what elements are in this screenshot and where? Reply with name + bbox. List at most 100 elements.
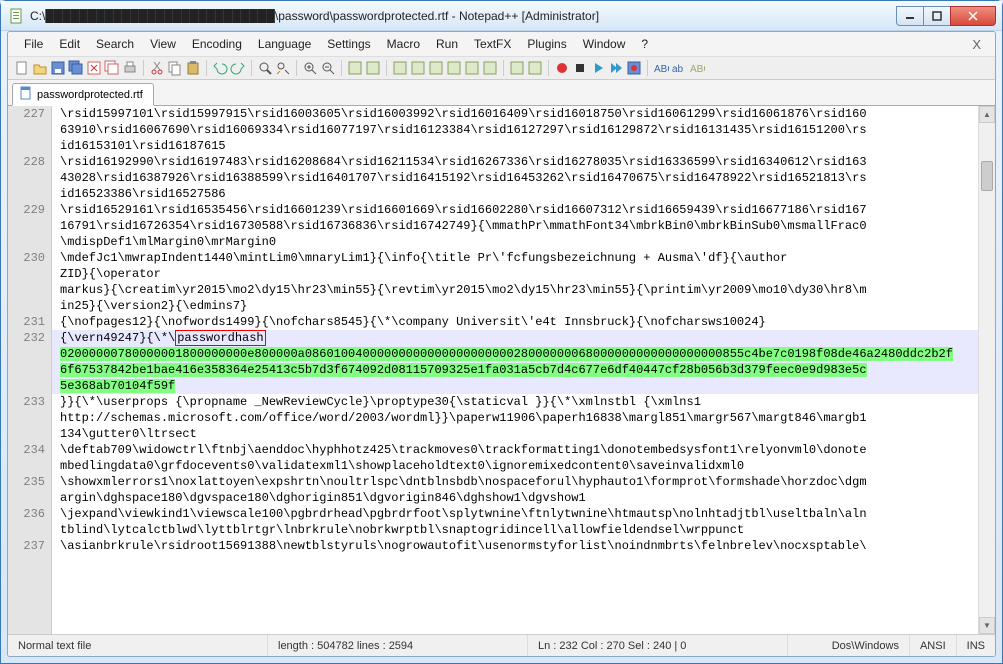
menu-language[interactable]: Language — [250, 34, 319, 54]
menu-help[interactable]: ? — [633, 34, 656, 54]
toolbar-separator — [647, 60, 648, 76]
code-line[interactable]: id16523386\rsid16527586 — [52, 186, 978, 202]
menu-plugins[interactable]: Plugins — [519, 34, 574, 54]
code-line[interactable]: {\vern49247}{\*\passwordhash — [52, 330, 978, 346]
code-line[interactable]: \rsid16529161\rsid16535456\rsid16601239\… — [52, 202, 978, 218]
redo-icon[interactable] — [230, 60, 246, 76]
spell-next-icon[interactable]: ab — [671, 60, 687, 76]
zoom-out-icon[interactable] — [320, 60, 336, 76]
code-line[interactable]: 134\gutter0\ltrsect — [52, 426, 978, 442]
spell-check-icon[interactable]: ABC — [653, 60, 669, 76]
indent-guide-icon[interactable] — [428, 60, 444, 76]
folder-icon[interactable] — [509, 60, 525, 76]
code-line[interactable]: }}{\*\userprops {\propname _NewReviewCyc… — [52, 394, 978, 410]
close-all-icon[interactable] — [104, 60, 120, 76]
code-line[interactable]: id16153101\rsid16187615 — [52, 138, 978, 154]
sync-h-icon[interactable] — [365, 60, 381, 76]
code-line[interactable]: 02000000780000001800000000e800000a086010… — [52, 346, 978, 362]
code-line[interactable]: 16791\rsid16726354\rsid16730588\rsid1673… — [52, 218, 978, 234]
menu-close-x[interactable]: X — [966, 37, 987, 52]
editor[interactable]: 227228229230231232233234235236237 \rsid1… — [8, 106, 995, 634]
code-line[interactable]: \mdispDef1\mlMargin0\mrMargin0 — [52, 234, 978, 250]
code-line[interactable]: \asianbrkrule\rsidroot15691388\newtblsty… — [52, 538, 978, 554]
show-all-icon[interactable] — [410, 60, 426, 76]
code-line[interactable]: http://schemas.microsoft.com/office/word… — [52, 410, 978, 426]
scroll-up-icon[interactable]: ▲ — [979, 106, 995, 123]
func-list-icon[interactable] — [482, 60, 498, 76]
code-line[interactable]: ZID}{\operator — [52, 266, 978, 282]
new-file-icon[interactable] — [14, 60, 30, 76]
tab-label: passwordprotected.rtf — [37, 89, 143, 101]
save-macro-icon[interactable] — [626, 60, 642, 76]
status-position: Ln : 232 Col : 270 Sel : 240 | 0 — [528, 635, 788, 656]
open-file-icon[interactable] — [32, 60, 48, 76]
menu-edit[interactable]: Edit — [51, 34, 88, 54]
zoom-in-icon[interactable] — [302, 60, 318, 76]
stop-macro-icon[interactable] — [572, 60, 588, 76]
save-all-icon[interactable] — [68, 60, 84, 76]
spell-prev-icon[interactable]: ABC — [689, 60, 705, 76]
code-line[interactable]: \mdefJc1\mwrapIndent1440\mintLim0\mnaryL… — [52, 250, 978, 266]
undo-icon[interactable] — [212, 60, 228, 76]
code-line[interactable]: in25}{\version2}{\edmins7} — [52, 298, 978, 314]
code-line[interactable]: 63910\rsid16067690\rsid16069334\rsid1607… — [52, 122, 978, 138]
line-number — [8, 490, 51, 506]
code-line[interactable]: 5e368ab70104f59f — [52, 378, 978, 394]
menu-macro[interactable]: Macro — [379, 34, 428, 54]
toolbar-separator — [548, 60, 549, 76]
vertical-scrollbar[interactable]: ▲ ▼ — [978, 106, 995, 634]
line-number — [8, 282, 51, 298]
paste-icon[interactable] — [185, 60, 201, 76]
scroll-thumb[interactable] — [981, 161, 993, 191]
code-line[interactable]: {\nofpages12}{\nofwords1499}{\nofchars85… — [52, 314, 978, 330]
maximize-button[interactable] — [923, 6, 951, 26]
code-line[interactable]: \showxmlerrors1\noxlattoyen\expshrtn\nou… — [52, 474, 978, 490]
replace-icon[interactable] — [275, 60, 291, 76]
scroll-down-icon[interactable]: ▼ — [979, 617, 995, 634]
find-icon[interactable] — [257, 60, 273, 76]
code-line[interactable]: mbedlingdata0\grfdocevents0\validatexml1… — [52, 458, 978, 474]
close-icon[interactable] — [86, 60, 102, 76]
menu-encoding[interactable]: Encoding — [184, 34, 250, 54]
save-icon[interactable] — [50, 60, 66, 76]
menu-view[interactable]: View — [142, 34, 184, 54]
menu-search[interactable]: Search — [88, 34, 142, 54]
code-line[interactable]: argin\dghspace180\dgvspace180\dghorigin8… — [52, 490, 978, 506]
menu-run[interactable]: Run — [428, 34, 466, 54]
code-line[interactable]: markus}{\creatim\yr2015\mo2\dy15\hr23\mi… — [52, 282, 978, 298]
menu-textfx[interactable]: TextFX — [466, 34, 519, 54]
code-line[interactable]: 6f67537842be1bae416e358364e25413c5b7d3f6… — [52, 362, 978, 378]
minimize-button[interactable] — [896, 6, 924, 26]
play-multi-icon[interactable] — [608, 60, 624, 76]
tab-bar: passwordprotected.rtf — [8, 80, 995, 106]
menu-window[interactable]: Window — [575, 34, 634, 54]
user-lang-icon[interactable] — [446, 60, 462, 76]
file-icon — [19, 86, 33, 103]
sync-v-icon[interactable] — [347, 60, 363, 76]
menu-file[interactable]: File — [16, 34, 51, 54]
code-line[interactable]: \rsid15997101\rsid15997915\rsid16003605\… — [52, 106, 978, 122]
svg-text:ABC: ABC — [654, 64, 669, 75]
play-macro-icon[interactable] — [590, 60, 606, 76]
code-line[interactable]: \deftab709\widowctrl\ftnbj\aenddoc\hyphh… — [52, 442, 978, 458]
record-macro-icon[interactable] — [554, 60, 570, 76]
code-line[interactable]: 43028\rsid16387926\rsid16388599\rsid1640… — [52, 170, 978, 186]
menu-settings[interactable]: Settings — [319, 34, 378, 54]
line-number — [8, 138, 51, 154]
code-line[interactable]: \rsid16192990\rsid16197483\rsid16208684\… — [52, 154, 978, 170]
code-line[interactable]: tblind\lytcalctblwd\lyttblrtgr\lnbrkrule… — [52, 522, 978, 538]
monitor-icon[interactable] — [527, 60, 543, 76]
line-number — [8, 186, 51, 202]
cut-icon[interactable] — [149, 60, 165, 76]
code-line[interactable]: \jexpand\viewkind1\viewscale100\pgbrdrhe… — [52, 506, 978, 522]
editor-body[interactable]: \rsid15997101\rsid15997915\rsid16003605\… — [52, 106, 978, 634]
line-number — [8, 426, 51, 442]
close-button[interactable] — [950, 6, 996, 26]
word-wrap-icon[interactable] — [392, 60, 408, 76]
line-number: 230 — [8, 250, 51, 266]
copy-icon[interactable] — [167, 60, 183, 76]
doc-map-icon[interactable] — [464, 60, 480, 76]
tab-passwordprotected[interactable]: passwordprotected.rtf — [12, 83, 154, 106]
print-icon[interactable] — [122, 60, 138, 76]
line-number — [8, 522, 51, 538]
